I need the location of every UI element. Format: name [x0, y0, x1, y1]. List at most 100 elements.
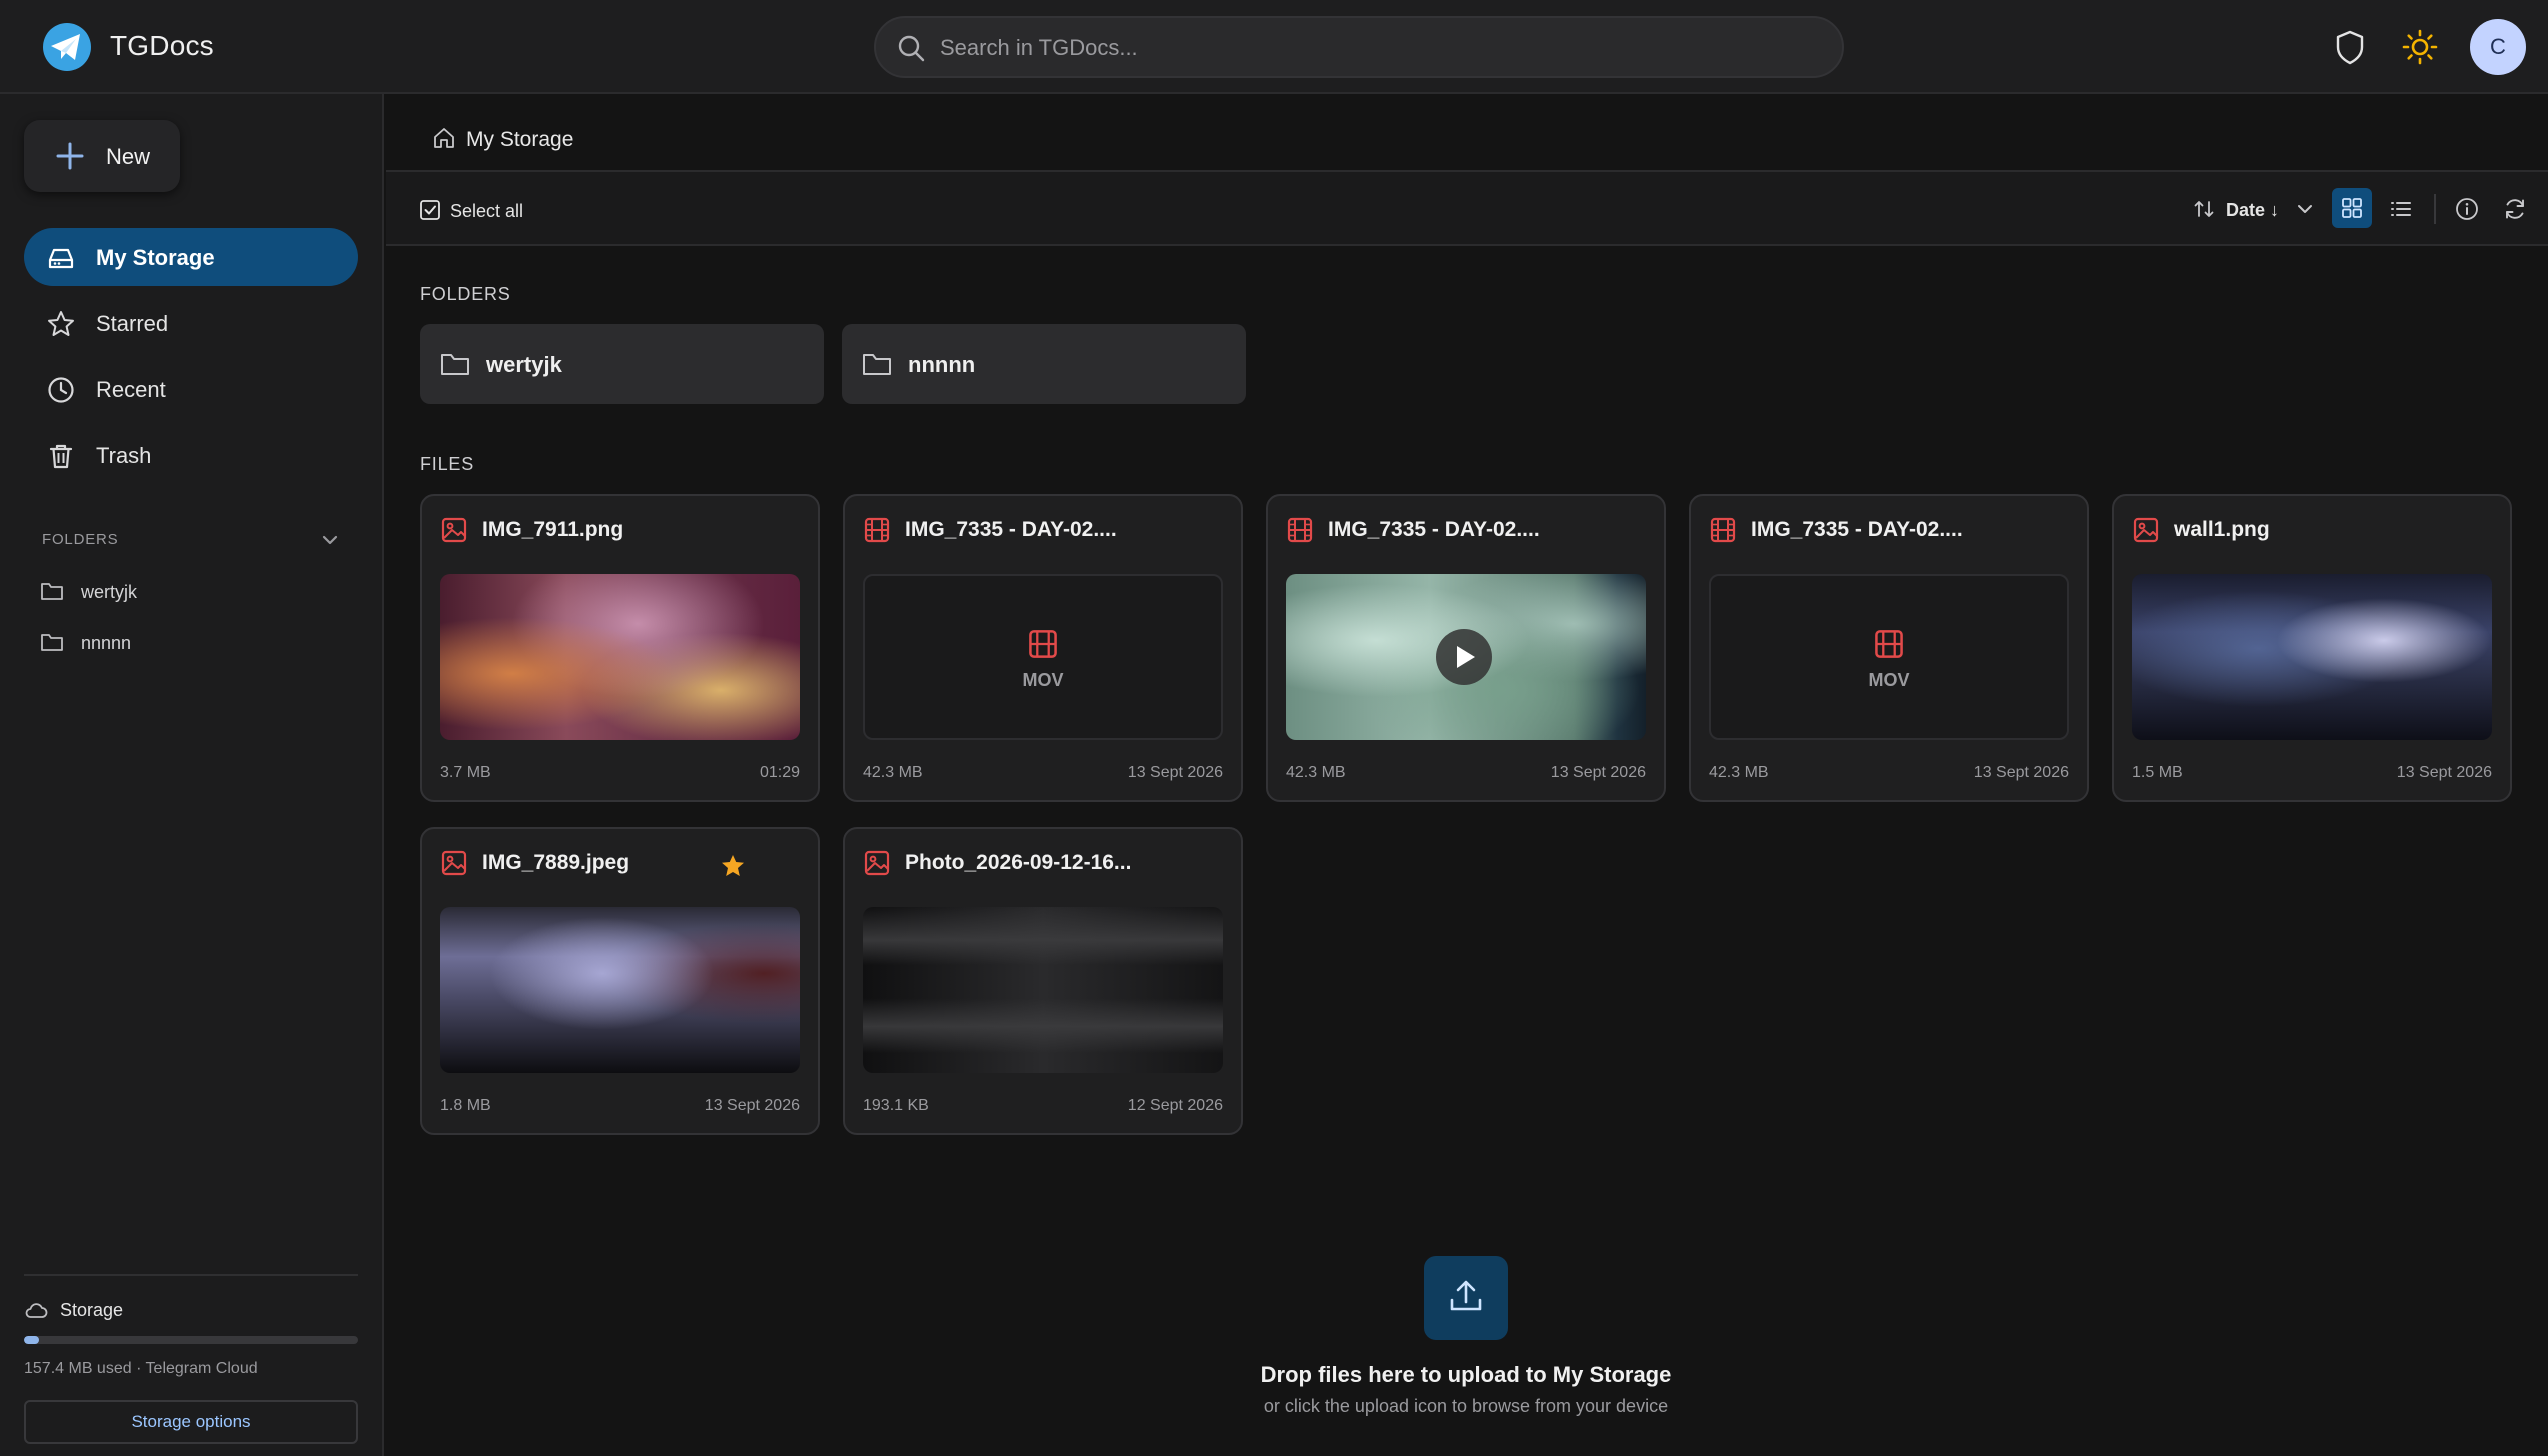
video-thumbnail[interactable]: [1286, 574, 1646, 740]
select-all-button[interactable]: Select all: [450, 201, 523, 222]
file-card[interactable]: Photo_2026-09-12-16... 193.1 KB 12 Sept …: [843, 827, 1243, 1135]
video-file-icon: [1287, 517, 1313, 543]
image-file-icon: [2133, 517, 2159, 543]
file-name: IMG_7335 - DAY-02....: [905, 518, 1117, 541]
file-size: 3.7 MB: [440, 764, 491, 781]
file-size: 42.3 MB: [1709, 764, 1769, 781]
sidebar-folder-nnnnn[interactable]: nnnnn: [40, 625, 340, 659]
search-bar[interactable]: [874, 16, 1844, 78]
play-button[interactable]: [1436, 629, 1492, 685]
list-view-icon[interactable]: [2388, 196, 2414, 222]
upload-button[interactable]: [1424, 1256, 1508, 1340]
image-thumbnail[interactable]: [863, 907, 1223, 1073]
new-button[interactable]: New: [24, 120, 180, 192]
file-name: IMG_7911.png: [482, 518, 624, 541]
plus-icon: [56, 142, 84, 170]
file-date: 01:29: [759, 764, 800, 781]
folder-icon: [863, 354, 891, 375]
file-name: IMG_7335 - DAY-02....: [1751, 518, 1963, 541]
file-card[interactable]: wall1.png 1.5 MB 13 Sept 2026: [2112, 494, 2512, 802]
video-format-label: MOV: [1868, 670, 1910, 690]
folder-icon: [441, 354, 469, 375]
film-icon: [1029, 630, 1057, 658]
breadcrumb-item-my-storage[interactable]: My Storage: [466, 128, 573, 152]
file-name: wall1.png: [2174, 518, 2270, 541]
shield-icon[interactable]: [2330, 27, 2370, 67]
storage-used-text: 157.4 MB used · Telegram Cloud: [24, 1360, 258, 1377]
file-size: 193.1 KB: [863, 1097, 929, 1114]
sidebar-item-label: My Storage: [96, 245, 215, 270]
chevron-down-icon[interactable]: [318, 528, 342, 552]
grid-icon: [2342, 198, 2362, 218]
folder-card-label: wertyjk: [486, 352, 562, 377]
film-icon: [1875, 630, 1903, 658]
storage-progress-fill: [24, 1336, 40, 1344]
sidebar-item-my-storage[interactable]: My Storage: [24, 228, 358, 286]
image-thumbnail[interactable]: [440, 907, 800, 1073]
file-card[interactable]: IMG_7335 - DAY-02.... 42.3 MB 13 Sept 20…: [1266, 494, 1666, 802]
image-file-icon: [441, 850, 467, 876]
sort-icon[interactable]: [2192, 197, 2216, 221]
checkbox-icon[interactable]: [418, 198, 442, 222]
folder-card-nnnnn[interactable]: nnnnn: [842, 324, 1246, 404]
search-input[interactable]: [940, 28, 1820, 68]
app-logo-icon[interactable]: [40, 22, 94, 72]
file-date: 12 Sept 2026: [1127, 1097, 1223, 1114]
file-size: 42.3 MB: [863, 764, 923, 781]
sidebar-folder-label: nnnnn: [81, 633, 132, 653]
sidebar: New My Storage Starred Recent Trash FOLD…: [0, 94, 384, 1456]
search-icon: [898, 35, 925, 62]
image-thumbnail[interactable]: [440, 574, 800, 740]
toolbar-divider: [2434, 194, 2436, 224]
file-size: 42.3 MB: [1286, 764, 1346, 781]
video-placeholder-thumbnail[interactable]: MOV: [863, 574, 1223, 740]
file-name: IMG_7889.jpeg: [482, 851, 630, 874]
file-date: 13 Sept 2026: [2396, 764, 2492, 781]
sidebar-item-label: Trash: [96, 443, 152, 468]
file-date: 13 Sept 2026: [1550, 764, 1646, 781]
grid-view-button[interactable]: [2332, 188, 2372, 228]
file-card[interactable]: IMG_7335 - DAY-02.... MOV 42.3 MB 13 Sep…: [1689, 494, 2089, 802]
file-name: IMG_7335 - DAY-02....: [1328, 518, 1540, 541]
image-thumbnail[interactable]: [2132, 574, 2492, 740]
sidebar-item-trash[interactable]: Trash: [24, 426, 358, 484]
home-icon[interactable]: [432, 126, 456, 150]
video-placeholder-thumbnail[interactable]: MOV: [1709, 574, 2069, 740]
refresh-icon[interactable]: [2502, 196, 2528, 222]
sidebar-item-starred[interactable]: Starred: [24, 294, 358, 352]
storage-progress-bar: [24, 1336, 358, 1344]
sidebar-folders-heading: FOLDERS: [42, 531, 119, 548]
image-file-icon: [441, 517, 467, 543]
sidebar-item-recent[interactable]: Recent: [24, 360, 358, 418]
folder-icon: [41, 583, 63, 600]
starred-icon[interactable]: [720, 853, 746, 879]
cloud-icon: [25, 1303, 48, 1318]
file-card[interactable]: IMG_7335 - DAY-02.... MOV 42.3 MB 13 Sep…: [843, 494, 1243, 802]
video-format-label: MOV: [1022, 670, 1064, 690]
file-card[interactable]: IMG_7889.jpeg 1.8 MB 13 Sept 2026: [420, 827, 820, 1135]
image-file-icon: [864, 850, 890, 876]
breadcrumb: My Storage: [386, 94, 2548, 172]
file-size: 1.8 MB: [440, 1097, 491, 1114]
new-button-label: New: [106, 144, 151, 169]
user-avatar[interactable]: C: [2470, 19, 2526, 75]
chevron-down-icon[interactable]: [2294, 198, 2316, 220]
sidebar-item-label: Starred: [96, 311, 169, 336]
sun-icon[interactable]: [2400, 27, 2440, 67]
folder-card-wertyjk[interactable]: wertyjk: [420, 324, 824, 404]
sidebar-folder-wertyjk[interactable]: wertyjk: [40, 574, 340, 608]
files-section-heading: FILES: [420, 454, 475, 474]
info-icon[interactable]: [2454, 196, 2480, 222]
storage-options-button[interactable]: Storage options: [24, 1400, 358, 1444]
sort-select[interactable]: Date ↓: [2226, 200, 2279, 221]
file-name: Photo_2026-09-12-16...: [905, 851, 1132, 874]
play-icon: [1457, 646, 1475, 668]
drop-zone-subtitle: or click the upload icon to browse from …: [1263, 1396, 1669, 1416]
upload-icon: [1450, 1280, 1482, 1311]
app-title: TGDocs: [110, 30, 214, 61]
file-card[interactable]: IMG_7911.png 3.7 MB 01:29: [420, 494, 820, 802]
sidebar-item-label: Recent: [96, 377, 166, 402]
file-date: 13 Sept 2026: [704, 1097, 800, 1114]
drive-icon: [48, 248, 74, 269]
video-file-icon: [1710, 517, 1736, 543]
